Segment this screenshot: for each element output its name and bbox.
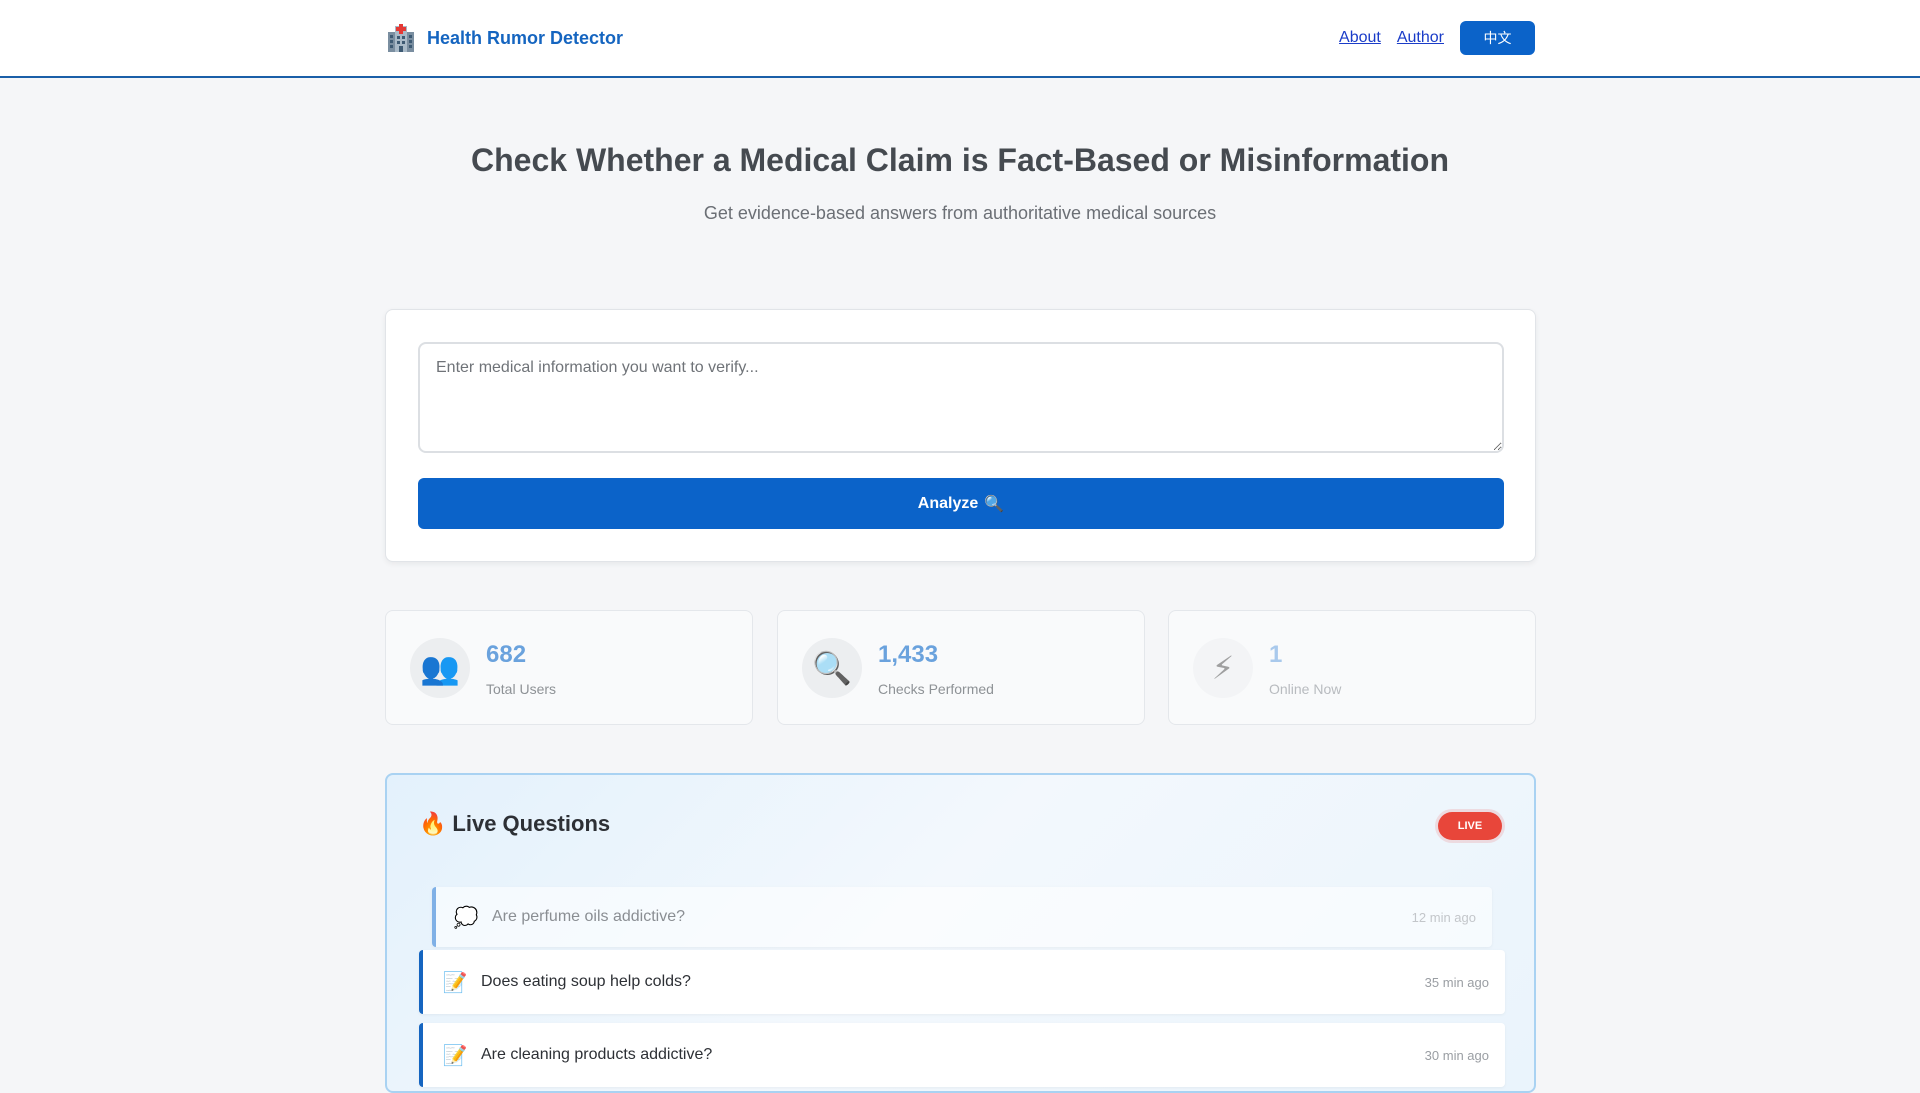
page-title: Check Whether a Medical Claim is Fact-Ba… (471, 142, 1449, 178)
live-question-item[interactable]: 💭 Are perfume oils addictive? 12 min ago (432, 887, 1492, 947)
nav-link-author[interactable]: Author (1397, 29, 1444, 47)
live-questions-heading: 🔥 Live Questions (419, 811, 610, 837)
live-questions-title: Live Questions (452, 811, 611, 836)
live-badge: LIVE (1438, 812, 1502, 840)
question-text: Are perfume oils addictive? (492, 908, 685, 925)
analyze-button[interactable]: Analyze 🔍 (418, 478, 1504, 529)
lightning-icon: ⚡ (1193, 638, 1253, 698)
magnifier-icon: 🔍 (984, 495, 1005, 513)
stat-card-online-now: ⚡ 1 Online Now (1168, 610, 1536, 725)
claim-input[interactable] (418, 342, 1504, 453)
question-time: 12 min ago (1411, 909, 1476, 925)
hospital-icon (385, 22, 417, 54)
stat-label: Online Now (1269, 681, 1342, 697)
analyze-button-label: Analyze (917, 494, 979, 512)
live-question-item[interactable]: 📝 Are cleaning products addictive? 30 mi… (419, 1023, 1505, 1087)
search-icon: 🔍 (802, 638, 862, 698)
main-nav: About Author 中文 (1339, 21, 1535, 55)
question-text: Does eating soup help colds? (481, 973, 691, 990)
fire-icon: 🔥 (419, 811, 447, 836)
top-navbar: Health Rumor Detector About Author 中文 (0, 0, 1920, 78)
memo-icon: 📝 (442, 971, 468, 994)
thought-bubble-icon: 💭 (453, 906, 479, 929)
question-time: 35 min ago (1424, 974, 1489, 990)
memo-icon: 📝 (442, 1044, 468, 1067)
stat-label: Checks Performed (878, 681, 994, 697)
question-text: Are cleaning products addictive? (481, 1046, 713, 1063)
stat-value: 1,433 (878, 641, 939, 668)
stat-card-checks-performed: 🔍 1,433 Checks Performed (777, 610, 1145, 725)
users-icon: 👥 (410, 638, 470, 698)
nav-link-about[interactable]: About (1339, 29, 1381, 47)
question-time: 30 min ago (1424, 1047, 1489, 1063)
live-question-item[interactable]: 📝 Does eating soup help colds? 35 min ag… (419, 950, 1505, 1014)
brand-link[interactable]: Health Rumor Detector (385, 20, 623, 56)
brand-title: Health Rumor Detector (427, 27, 624, 48)
live-questions-panel: 🔥 Live Questions LIVE 💭 Are perfume oils… (385, 773, 1536, 1093)
claim-check-card: Analyze 🔍 (385, 309, 1536, 562)
stat-card-total-users: 👥 682 Total Users (385, 610, 753, 725)
language-toggle-button[interactable]: 中文 (1460, 21, 1535, 55)
stat-value: 1 (1269, 641, 1283, 668)
page-subtitle: Get evidence-based answers from authorit… (703, 203, 1217, 223)
stat-label: Total Users (486, 681, 557, 697)
stat-value: 682 (486, 641, 527, 668)
